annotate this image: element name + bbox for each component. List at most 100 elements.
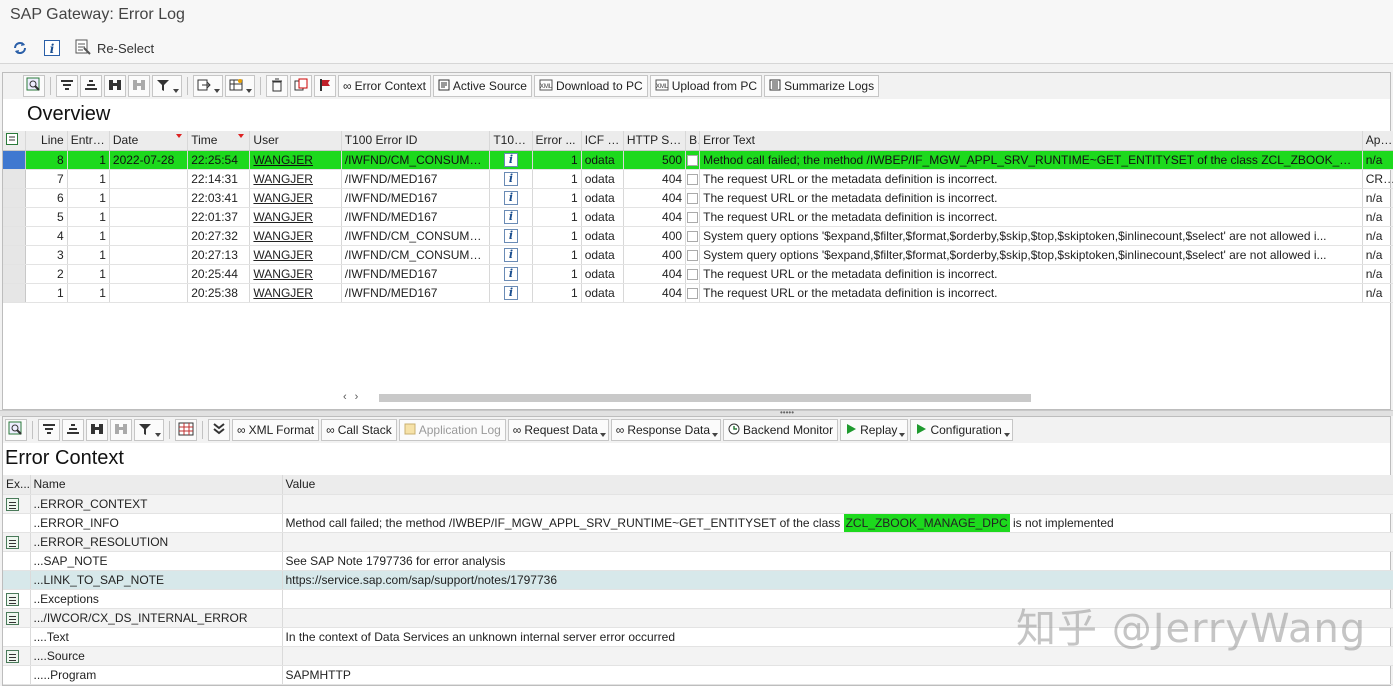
error-context-button[interactable]: ∞ Error Context xyxy=(338,75,431,97)
user-link[interactable]: WANGJER xyxy=(253,267,313,281)
user-link[interactable]: WANGJER xyxy=(253,210,313,224)
node-expand-icon[interactable] xyxy=(6,649,19,663)
column-header[interactable]: User xyxy=(249,131,342,151)
flag-button[interactable] xyxy=(314,75,336,97)
copy-button[interactable] xyxy=(290,75,312,97)
backend-monitor-button[interactable]: Backend Monitor xyxy=(723,419,839,441)
user-link[interactable]: WANGJER xyxy=(253,229,313,243)
row-selector[interactable] xyxy=(3,188,26,208)
user-link[interactable]: WANGJER xyxy=(253,248,313,262)
table-row[interactable]: ...SAP_NOTE See SAP Note 1797736 for erro… xyxy=(3,551,1393,571)
info-icon[interactable]: i xyxy=(503,228,518,243)
column-header[interactable]: T100... xyxy=(489,131,533,151)
column-header[interactable]: Error Text xyxy=(699,131,1363,151)
sort-ascending-button[interactable] xyxy=(56,75,78,97)
column-header[interactable]: Error ... xyxy=(532,131,582,151)
column-header[interactable]: Ex... xyxy=(3,475,31,495)
column-header[interactable]: Value xyxy=(282,475,1393,495)
scroll-left-icon[interactable]: ‹ xyxy=(343,391,347,403)
xml-format-button[interactable]: ∞ XML Format xyxy=(232,419,320,441)
active-source-button[interactable]: Active Source xyxy=(432,75,532,97)
info-icon[interactable]: i xyxy=(503,190,518,205)
table-row[interactable]: .....Program SAPMHTTP xyxy=(3,665,1393,685)
row-checkbox[interactable] xyxy=(687,230,699,242)
table-row[interactable]: ..ERROR_CONTEXT xyxy=(3,494,1393,514)
row-selector[interactable] xyxy=(3,207,26,227)
find-button[interactable] xyxy=(86,419,108,441)
table-row[interactable]: 6 1 22:03:41 WANGJER/IWFND/MED167 i 1 odata 404… xyxy=(3,188,1393,208)
export-button[interactable] xyxy=(193,75,223,97)
row-checkbox[interactable] xyxy=(687,268,699,280)
table-row[interactable]: 1 1 20:25:38 WANGJER/IWFND/MED167 i 1 odata 404… xyxy=(3,283,1393,303)
node-expand-icon[interactable] xyxy=(6,611,19,625)
row-selector[interactable] xyxy=(3,169,26,189)
column-header[interactable]: T100 Error ID xyxy=(341,131,491,151)
download-to-pc-button[interactable]: XML Download to PC xyxy=(533,75,648,97)
row-selector[interactable] xyxy=(3,283,26,303)
column-header[interactable]: Time xyxy=(187,131,251,151)
table-row[interactable]: ..ERROR_INFO Method call failed; the meth… xyxy=(3,513,1393,533)
scroll-right-icon[interactable]: › xyxy=(355,391,359,403)
sort-ascending-button[interactable] xyxy=(38,419,60,441)
horizontal-scrollbar[interactable]: ‹ › xyxy=(343,389,1043,405)
info-icon[interactable]: i xyxy=(42,38,62,58)
row-checkbox[interactable] xyxy=(687,192,699,204)
delete-button[interactable] xyxy=(266,75,288,97)
configuration-button[interactable]: Configuration xyxy=(910,419,1013,441)
table-row[interactable]: ...LINK_TO_SAP_NOTE https://service.sap.c… xyxy=(3,570,1393,590)
table-row[interactable]: 2 1 20:25:44 WANGJER/IWFND/MED167 i 1 odata 404… xyxy=(3,264,1393,284)
column-header[interactable]: Line xyxy=(25,131,68,151)
call-stack-button[interactable]: ∞ Call Stack xyxy=(321,419,397,441)
node-expand-icon[interactable] xyxy=(6,497,19,511)
column-header[interactable]: HTTP St... xyxy=(623,131,687,151)
find-next-button[interactable] xyxy=(128,75,150,97)
upload-from-pc-button[interactable]: XML Upload from PC xyxy=(649,75,763,97)
user-link[interactable]: WANGJER xyxy=(253,191,313,205)
splitter-grip[interactable]: ••••• xyxy=(780,409,800,417)
info-icon[interactable]: i xyxy=(503,266,518,281)
row-checkbox[interactable] xyxy=(687,211,699,223)
table-row[interactable]: 3 1 20:27:13 WANGJER/IWFND/CM_CONSUMER... i 1… xyxy=(3,245,1393,265)
sort-descending-button[interactable] xyxy=(80,75,102,97)
info-icon[interactable]: i xyxy=(503,152,518,167)
expand-all-button[interactable] xyxy=(208,419,230,441)
row-checkbox[interactable] xyxy=(687,173,699,185)
find-next-button[interactable] xyxy=(110,419,132,441)
info-icon[interactable]: i xyxy=(503,171,518,186)
response-data-button[interactable]: ∞ Response Data xyxy=(610,419,722,441)
user-link[interactable]: WANGJER xyxy=(253,286,313,300)
column-header[interactable]: Ba xyxy=(685,131,701,151)
scrollbar-thumb[interactable] xyxy=(379,394,1031,402)
spreadsheet-button[interactable] xyxy=(175,419,197,441)
table-row[interactable]: 7 1 22:14:31 WANGJER/IWFND/MED167 i 1 odata 404… xyxy=(3,169,1393,189)
row-checkbox[interactable] xyxy=(687,287,699,299)
info-icon[interactable]: i xyxy=(503,209,518,224)
info-icon[interactable]: i xyxy=(503,247,518,262)
details-button[interactable] xyxy=(23,75,45,97)
column-header[interactable]: Date xyxy=(109,131,189,151)
details-button[interactable] xyxy=(5,419,27,441)
node-expand-icon[interactable] xyxy=(6,535,19,549)
summarize-logs-button[interactable]: Summarize Logs xyxy=(764,75,880,97)
refresh-icon[interactable] xyxy=(10,38,30,58)
filter-button[interactable] xyxy=(134,419,164,441)
table-row[interactable]: ..ERROR_RESOLUTION xyxy=(3,532,1393,552)
row-selector[interactable] xyxy=(3,226,26,246)
table-row[interactable]: 4 1 20:27:32 WANGJER/IWFND/CM_CONSUMER... i 1… xyxy=(3,226,1393,246)
user-link[interactable]: WANGJER xyxy=(253,172,313,186)
info-icon[interactable]: i xyxy=(503,285,518,300)
row-checkbox[interactable] xyxy=(687,249,699,261)
column-header[interactable]: Applica xyxy=(1362,131,1393,151)
column-header[interactable]: Name xyxy=(30,475,283,495)
filter-button[interactable] xyxy=(152,75,182,97)
application-log-button[interactable]: Application Log xyxy=(398,419,506,441)
row-selector[interactable] xyxy=(3,264,26,284)
row-checkbox[interactable] xyxy=(687,154,699,166)
layout-button[interactable] xyxy=(225,75,255,97)
sort-descending-button[interactable] xyxy=(62,419,84,441)
table-row[interactable]: 5 1 22:01:37 WANGJER/IWFND/MED167 i 1 odata 404… xyxy=(3,207,1393,227)
replay-button[interactable]: Replay xyxy=(840,419,909,441)
table-row[interactable]: 8 1 2022-07-28 22:25:54 WANGJER/IWFND/CM_CON… xyxy=(3,150,1393,170)
row-selector[interactable] xyxy=(3,245,26,265)
find-button[interactable] xyxy=(104,75,126,97)
